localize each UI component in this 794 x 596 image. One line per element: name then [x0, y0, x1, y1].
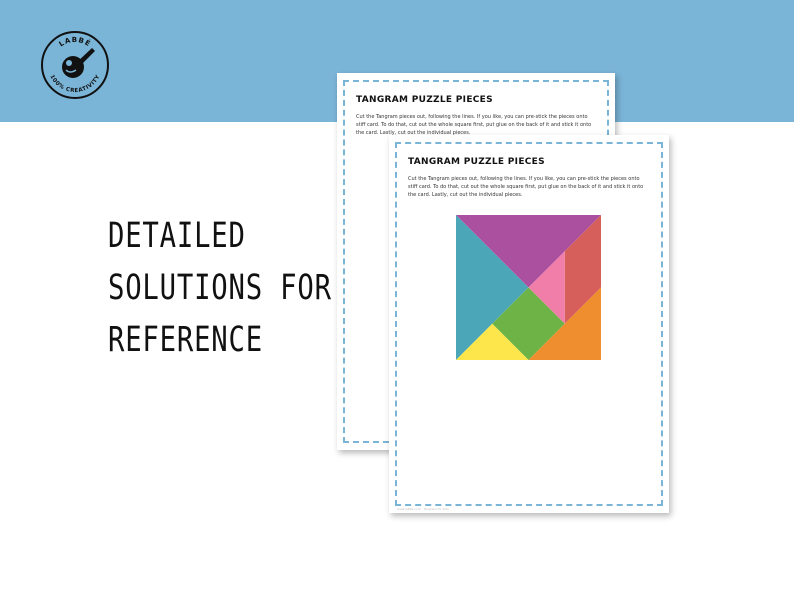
- headline-line-3: REFERENCE: [108, 320, 263, 360]
- svg-text:LABBÉ: LABBÉ: [58, 36, 93, 48]
- headline: DETAILED SOLUTIONS FOR REFERENCE: [108, 210, 348, 366]
- brush-figure-icon: [62, 48, 95, 78]
- headline-line-1: DETAILED: [108, 216, 246, 256]
- sheet-instructions: Cut the Tangram pieces out, following th…: [356, 114, 592, 136]
- sheet-instructions: Cut the Tangram pieces out, following th…: [408, 176, 644, 198]
- worksheet-front: TANGRAM PUZZLE PIECES Cut the Tangram pi…: [389, 135, 669, 513]
- tangram-square: [456, 215, 601, 360]
- sheet-title: TANGRAM PUZZLE PIECES: [408, 157, 545, 167]
- brand-name: LABBÉ: [58, 36, 92, 48]
- labbe-logo: LABBÉ 100% CREATIVITY: [41, 31, 109, 99]
- sheet-title: TANGRAM PUZZLE PIECES: [356, 95, 493, 105]
- sheet-footer: www.labbe.com · Tangram for kids: [397, 507, 449, 511]
- headline-line-2: SOLUTIONS FOR: [108, 268, 332, 308]
